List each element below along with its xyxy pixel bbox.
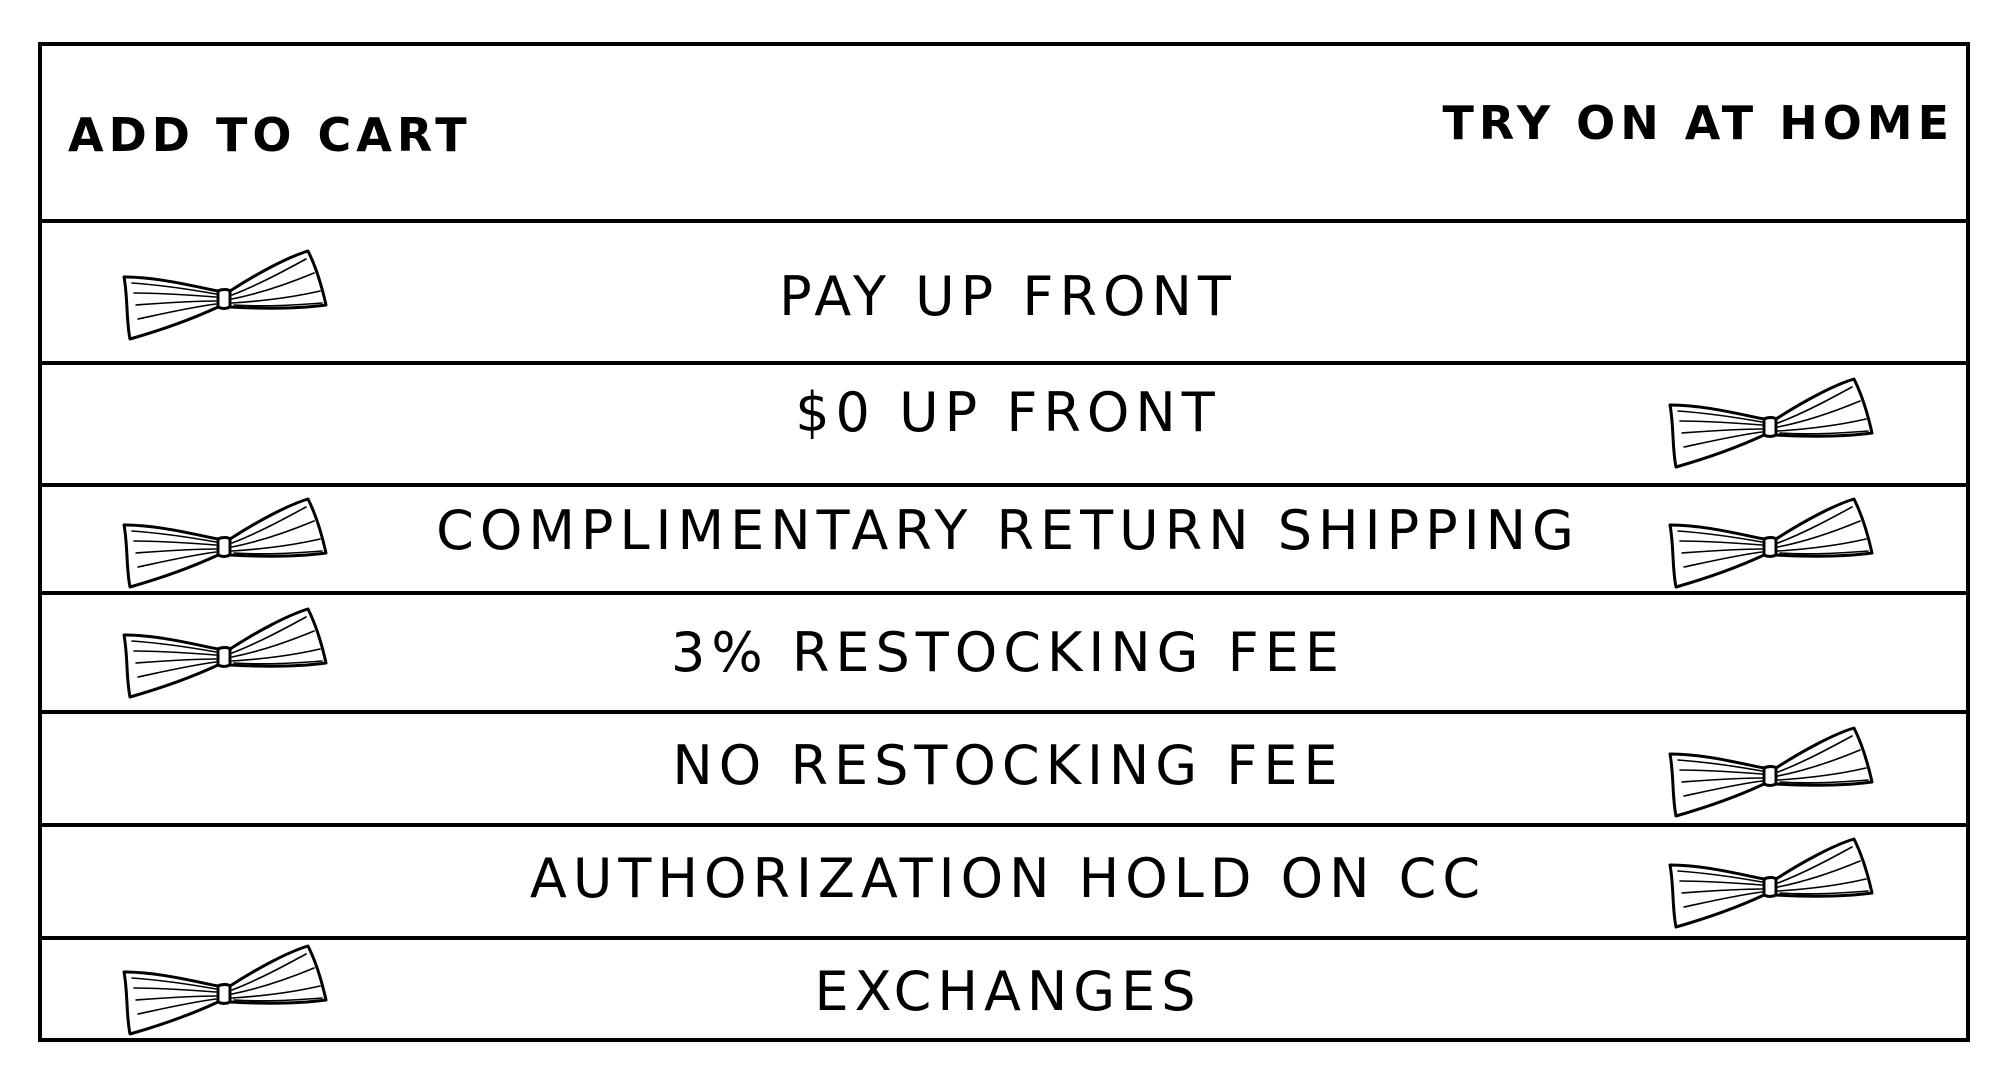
- row-label: $0 UP FRONT: [795, 381, 1221, 444]
- comparison-table: ADD TO CART TRY ON AT HOME PAY UP FRONT …: [38, 42, 1970, 1042]
- row-label: COMPLIMENTARY RETURN SHIPPING: [436, 499, 1580, 562]
- table-row: AUTHORIZATION HOLD ON CC: [42, 827, 1966, 940]
- table-row: PAY UP FRONT: [42, 223, 1966, 365]
- table-row: EXCHANGES: [42, 940, 1966, 1042]
- row-label: PAY UP FRONT: [779, 265, 1237, 328]
- row-label: NO RESTOCKING FEE: [672, 734, 1344, 797]
- row-label: AUTHORIZATION HOLD ON CC: [529, 847, 1487, 910]
- try-on-at-home-column-heading: TRY ON AT HOME: [1442, 96, 1954, 150]
- add-to-cart-column-heading: ADD TO CART: [68, 108, 472, 162]
- table-row: 3% RESTOCKING FEE: [42, 595, 1966, 714]
- table-row: $0 UP FRONT: [42, 365, 1966, 487]
- row-label: EXCHANGES: [814, 960, 1202, 1023]
- table-row: NO RESTOCKING FEE: [42, 714, 1966, 827]
- row-label: 3% RESTOCKING FEE: [671, 621, 1345, 684]
- table-header: ADD TO CART TRY ON AT HOME: [42, 46, 1966, 223]
- table-row: COMPLIMENTARY RETURN SHIPPING: [42, 487, 1966, 595]
